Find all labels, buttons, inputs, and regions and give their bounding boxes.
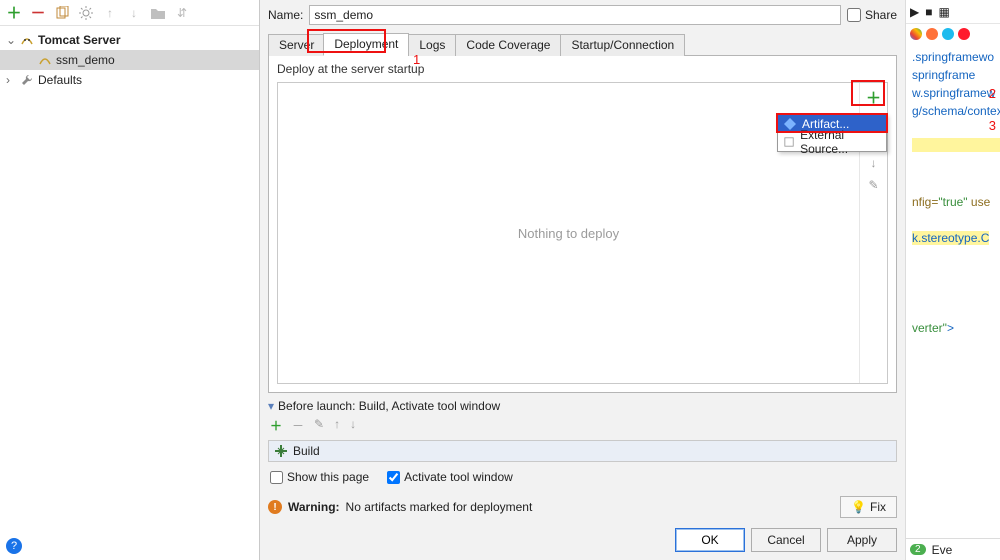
bl-up-icon[interactable]: ↑ (334, 417, 340, 434)
bl-down-icon[interactable]: ↓ (350, 417, 356, 434)
tab-startup[interactable]: Startup/Connection (560, 34, 685, 56)
run-config-sidebar: ＋ － ↑ ↓ ⇵ ⌄ Tomcat Server (0, 0, 260, 560)
sidebar-toolbar: ＋ － ↑ ↓ ⇵ (0, 0, 259, 26)
share-checkbox[interactable] (847, 8, 861, 22)
callout-1: 1 (413, 52, 420, 67)
ok-button[interactable]: OK (675, 528, 745, 552)
fix-button[interactable]: 💡Fix (840, 496, 897, 518)
editor-strip: ▶ ■ ▦ 2 3 .springframewo springframe w.s… (905, 0, 1000, 560)
status-bar: 2 Eve (906, 538, 1000, 560)
tree-defaults[interactable]: › Defaults (0, 70, 259, 90)
tomcat-icon (38, 54, 52, 66)
wrench-icon (20, 74, 34, 86)
remove-icon[interactable]: － (30, 5, 46, 21)
firefox-icon[interactable] (926, 28, 938, 40)
tree-tomcat[interactable]: ⌄ Tomcat Server (0, 30, 259, 50)
event-badge[interactable]: 2 (910, 544, 926, 555)
name-label: Name: (268, 8, 303, 22)
editor-toolbar: ▶ ■ ▦ (906, 0, 1000, 24)
cancel-button[interactable]: Cancel (751, 528, 821, 552)
ie-icon[interactable] (942, 28, 954, 40)
config-tree: ⌄ Tomcat Server ssm_demo › Defaults (0, 26, 259, 560)
copy-icon[interactable] (54, 5, 70, 21)
deploy-label: Deploy at the server startup (269, 56, 896, 82)
popup-external[interactable]: External Source... (778, 133, 886, 151)
add-artifact-icon[interactable]: ＋ (866, 89, 882, 105)
activate-check[interactable]: Activate tool window (387, 470, 513, 484)
warning-row: ! Warning: No artifacts marked for deplo… (260, 492, 905, 522)
before-head[interactable]: ▾ Before launch: Build, Activate tool wi… (268, 399, 897, 413)
tree-ssm[interactable]: ssm_demo (0, 50, 259, 70)
build-icon (275, 445, 287, 457)
tab-deployment[interactable]: Deployment (323, 33, 409, 56)
main-panel: Name: Share Server Deployment Logs Code … (260, 0, 905, 560)
browser-icons (906, 24, 1000, 44)
add-icon[interactable]: ＋ (6, 5, 22, 21)
bl-edit-icon[interactable]: ✎ (314, 417, 324, 434)
stop-icon[interactable]: ■ (925, 5, 932, 19)
artifact-icon (784, 118, 796, 130)
tomcat-icon (20, 34, 34, 46)
run-icon[interactable]: ▶ (910, 5, 919, 19)
tree-label: Defaults (38, 73, 82, 87)
before-list: Build (268, 440, 897, 462)
add-popup: Artifact... External Source... (777, 114, 887, 152)
tree-label: Tomcat Server (38, 33, 120, 47)
before-launch: ▾ Before launch: Build, Activate tool wi… (268, 399, 897, 492)
external-icon (784, 136, 794, 148)
name-input[interactable] (309, 5, 841, 25)
share-check[interactable]: Share (847, 8, 897, 22)
tab-coverage[interactable]: Code Coverage (455, 34, 561, 56)
warning-text: No artifacts marked for deployment (346, 500, 533, 514)
help-icon[interactable]: ? (6, 538, 22, 554)
before-item[interactable]: Build (269, 441, 896, 461)
bl-remove-icon[interactable]: － (292, 417, 304, 434)
expand-icon[interactable]: › (6, 73, 16, 87)
config-tabs: Server Deployment Logs Code Coverage Sta… (268, 32, 897, 56)
bulb-icon: 💡 (851, 500, 866, 514)
tab-server[interactable]: Server (268, 34, 324, 56)
deploy-empty: Nothing to deploy (278, 83, 859, 383)
code-preview: .springframewo springframe w.springframe… (906, 44, 1000, 341)
folder-icon[interactable] (150, 5, 166, 21)
bl-add-icon[interactable]: ＋ (270, 417, 282, 434)
sort-icon[interactable]: ⇵ (174, 5, 190, 21)
chrome-icon[interactable] (910, 28, 922, 40)
warning-icon: ! (268, 500, 282, 514)
deployment-panel: Deploy at the server startup Nothing to … (268, 56, 897, 393)
edit-artifact-icon[interactable]: ✎ (866, 177, 882, 193)
apply-button[interactable]: Apply (827, 528, 897, 552)
opera-icon[interactable] (958, 28, 970, 40)
warning-label: Warning: (288, 500, 340, 514)
callout-3: 3 (989, 118, 996, 133)
dialog-buttons: OK Cancel Apply (260, 522, 905, 560)
callout-2: 2 (989, 86, 996, 101)
show-page-check[interactable]: Show this page (270, 470, 369, 484)
up-icon[interactable]: ↑ (102, 5, 118, 21)
down-icon[interactable]: ↓ (126, 5, 142, 21)
settings-icon[interactable] (78, 5, 94, 21)
tree-label: ssm_demo (56, 53, 115, 67)
down-artifact-icon[interactable]: ↓ (866, 155, 882, 171)
collapse-icon[interactable]: ▾ (268, 399, 274, 413)
expand-icon[interactable]: ⌄ (6, 33, 16, 47)
layout-icon[interactable]: ▦ (938, 5, 949, 19)
